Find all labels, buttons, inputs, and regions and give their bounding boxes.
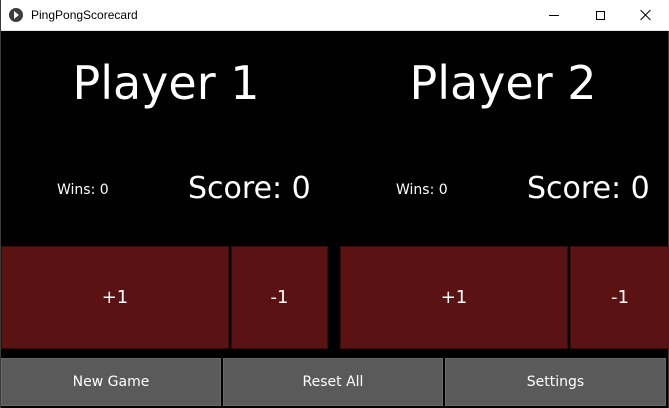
maximize-button[interactable] <box>577 0 623 30</box>
maximize-icon <box>595 10 605 20</box>
player-2-score: Score: 0 <box>527 171 650 206</box>
player-1-plus-button[interactable]: +1 <box>1 246 229 349</box>
player-1-score: Score: 0 <box>188 171 311 206</box>
player-2-plus-button[interactable]: +1 <box>340 246 568 349</box>
window-title: PingPongScorecard <box>31 8 138 22</box>
close-button[interactable] <box>623 0 669 30</box>
player-1-minus-button[interactable]: -1 <box>231 246 328 349</box>
player-2-name: Player 2 <box>409 56 597 110</box>
close-icon <box>640 9 652 21</box>
player-1-wins: Wins: 0 <box>57 182 109 198</box>
minimize-button[interactable] <box>531 0 577 30</box>
app-icon <box>9 8 23 22</box>
minimize-icon <box>549 14 559 16</box>
title-bar[interactable]: PingPongScorecard <box>1 0 669 31</box>
reset-all-button[interactable]: Reset All <box>223 358 443 406</box>
settings-button[interactable]: Settings <box>445 358 666 406</box>
player-2-wins: Wins: 0 <box>396 182 448 198</box>
app-window: PingPongScorecard Player 1 Player 2 Wins… <box>0 0 669 408</box>
player-1-name: Player 1 <box>72 56 260 110</box>
new-game-button[interactable]: New Game <box>1 358 221 406</box>
player-2-minus-button[interactable]: -1 <box>570 246 669 349</box>
